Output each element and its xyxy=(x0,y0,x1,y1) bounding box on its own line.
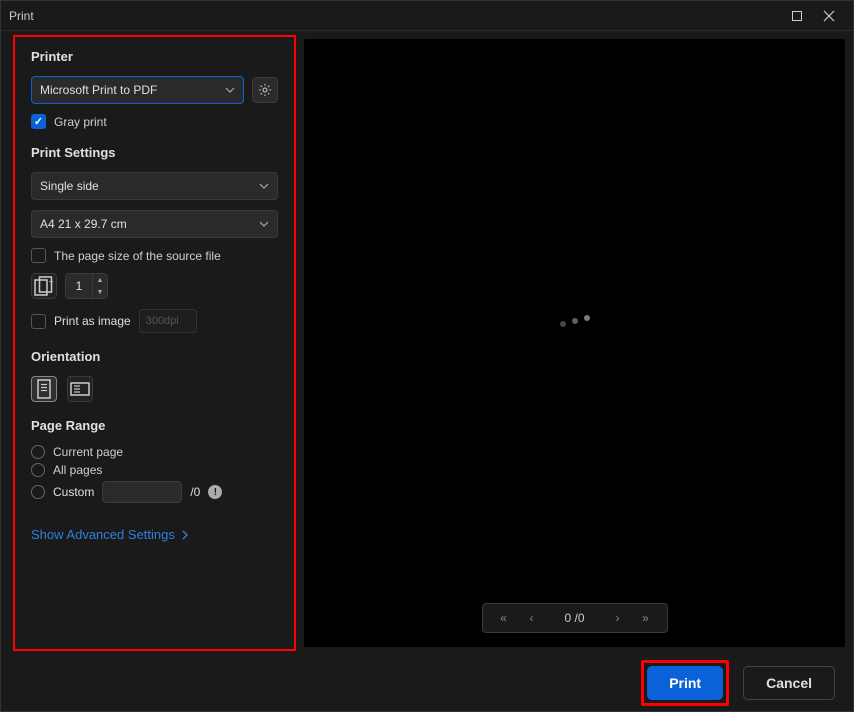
gear-icon xyxy=(258,83,272,97)
portrait-icon xyxy=(32,377,56,401)
copies-down[interactable]: ▼ xyxy=(93,286,107,298)
dpi-select[interactable]: 300dpi xyxy=(139,309,197,333)
paper-size-selected-label: A4 21 x 29.7 cm xyxy=(40,217,127,231)
print-settings-header: Print Settings xyxy=(31,145,278,160)
duplex-selected-label: Single side xyxy=(40,179,99,193)
gray-print-checkbox[interactable] xyxy=(31,114,46,129)
copies-stepper[interactable]: 1 ▲ ▼ xyxy=(65,273,108,299)
printer-select[interactable]: Microsoft Print to PDF xyxy=(31,76,244,104)
preview-loading xyxy=(304,39,845,603)
preview-pager: « ‹ 0 /0 › » xyxy=(482,603,668,633)
page-range-all-radio[interactable] xyxy=(31,463,45,477)
printer-selected-label: Microsoft Print to PDF xyxy=(40,83,157,97)
page-range-all-label: All pages xyxy=(53,463,102,477)
print-button[interactable]: Print xyxy=(647,666,723,700)
pager-last[interactable]: » xyxy=(639,611,653,625)
pager-first[interactable]: « xyxy=(497,611,511,625)
maximize-button[interactable] xyxy=(781,2,813,30)
use-source-size-checkbox[interactable] xyxy=(31,248,46,263)
print-settings-panel: Printer Microsoft Print to PDF Gray prin… xyxy=(13,35,296,651)
orientation-portrait[interactable] xyxy=(31,376,57,402)
page-range-current-radio[interactable] xyxy=(31,445,45,459)
gray-print-label: Gray print xyxy=(54,115,107,129)
close-icon xyxy=(823,10,835,22)
print-as-image-label: Print as image xyxy=(54,314,131,328)
titlebar: Print xyxy=(1,1,853,31)
orientation-landscape[interactable] xyxy=(67,376,93,402)
chevron-right-icon xyxy=(181,530,189,540)
collate-icon: + xyxy=(32,274,56,298)
dpi-placeholder: 300dpi xyxy=(146,315,179,327)
close-button[interactable] xyxy=(813,2,845,30)
loading-dots-icon xyxy=(560,318,590,324)
page-range-current-label: Current page xyxy=(53,445,123,459)
use-source-size-label: The page size of the source file xyxy=(54,249,221,263)
pager-next[interactable]: › xyxy=(611,611,625,625)
chevron-down-icon xyxy=(259,219,269,229)
printer-header: Printer xyxy=(31,49,278,64)
svg-text:+: + xyxy=(49,277,54,287)
page-range-custom-radio[interactable] xyxy=(31,485,45,499)
chevron-down-icon xyxy=(225,85,235,95)
page-range-total: /0 xyxy=(190,485,200,499)
printer-properties-button[interactable] xyxy=(252,77,278,103)
collate-button[interactable]: + xyxy=(31,273,57,299)
preview-area: « ‹ 0 /0 › » xyxy=(304,39,845,647)
maximize-icon xyxy=(791,10,803,22)
cancel-button[interactable]: Cancel xyxy=(743,666,835,700)
landscape-icon xyxy=(68,377,92,401)
chevron-down-icon xyxy=(259,181,269,191)
copies-value: 1 xyxy=(66,279,92,293)
pager-prev[interactable]: ‹ xyxy=(525,611,539,625)
print-as-image-checkbox[interactable] xyxy=(31,314,46,329)
info-icon[interactable]: ! xyxy=(208,485,222,499)
show-advanced-settings-link[interactable]: Show Advanced Settings xyxy=(31,527,278,542)
window-title: Print xyxy=(9,9,34,23)
advanced-settings-label: Show Advanced Settings xyxy=(31,527,175,542)
page-range-custom-label: Custom xyxy=(53,485,94,499)
pager-text: 0 /0 xyxy=(553,611,597,625)
paper-size-select[interactable]: A4 21 x 29.7 cm xyxy=(31,210,278,238)
page-range-custom-input[interactable] xyxy=(102,481,182,503)
orientation-header: Orientation xyxy=(31,349,278,364)
dialog-footer: Print Cancel xyxy=(1,655,853,711)
copies-up[interactable]: ▲ xyxy=(93,274,107,286)
page-range-header: Page Range xyxy=(31,418,278,433)
duplex-select[interactable]: Single side xyxy=(31,172,278,200)
